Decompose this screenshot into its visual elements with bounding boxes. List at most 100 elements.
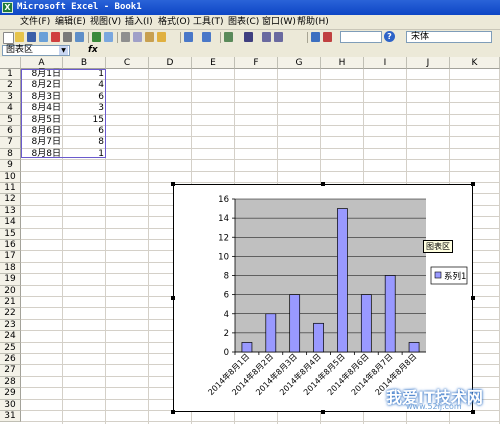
menu-item[interactable]: 编辑(E) — [55, 16, 86, 28]
x-tick-label: 2014年8月6日 — [325, 351, 371, 397]
row-header[interactable]: 16 — [0, 240, 21, 252]
chevron-down-icon[interactable]: ▼ — [59, 46, 68, 55]
row-header[interactable]: 14 — [0, 217, 21, 229]
resize-handle[interactable] — [471, 296, 475, 300]
drawing-icon[interactable] — [323, 32, 332, 42]
column-header[interactable]: K — [450, 57, 500, 69]
menu-item[interactable]: 插入(I) — [125, 16, 153, 28]
open-icon[interactable] — [15, 32, 24, 42]
menu-item[interactable]: 工具(T) — [193, 16, 224, 28]
row-header[interactable]: 2 — [0, 80, 21, 92]
chart-area[interactable]: 0 2 4 6 8 10 12 14 16 2014年8月1日 2014年8月2日 2014年8月3日… — [173, 184, 473, 412]
row-header[interactable]: 10 — [0, 171, 21, 183]
email-icon[interactable] — [51, 32, 60, 42]
row-header[interactable]: 22 — [0, 308, 21, 320]
standard-toolbar: ? 宋体 — [0, 30, 500, 46]
autosum-icon[interactable] — [244, 32, 253, 42]
paste-icon[interactable] — [145, 32, 154, 42]
font-name-box[interactable]: 宋体 — [406, 31, 492, 43]
resize-handle[interactable] — [171, 410, 175, 414]
row-header[interactable]: 9 — [0, 160, 21, 172]
row-header[interactable]: 8 — [0, 148, 21, 161]
column-header[interactable]: J — [407, 57, 450, 69]
column-header[interactable]: C — [106, 57, 149, 69]
name-box[interactable]: 图表区 ▼ — [2, 45, 70, 56]
gridline — [21, 421, 500, 423]
print-preview-icon[interactable] — [75, 32, 84, 42]
resize-handle[interactable] — [171, 182, 175, 186]
row-header[interactable]: 28 — [0, 376, 21, 389]
row-header[interactable]: 1 — [0, 69, 21, 81]
row-header[interactable]: 6 — [0, 126, 21, 138]
row-header[interactable]: 26 — [0, 354, 21, 366]
chart-wizard-icon[interactable] — [311, 32, 320, 42]
column-header[interactable]: E — [192, 57, 235, 69]
row-header[interactable]: 3 — [0, 91, 21, 104]
row-header[interactable]: 21 — [0, 297, 21, 309]
row-header[interactable]: 23 — [0, 319, 21, 332]
copy-icon[interactable] — [133, 32, 142, 42]
new-icon[interactable] — [3, 32, 14, 44]
column-header[interactable]: I — [364, 57, 407, 69]
resize-handle[interactable] — [471, 182, 475, 186]
format-painter-icon[interactable] — [157, 32, 166, 42]
sort-ascending-icon[interactable] — [262, 32, 271, 42]
resize-handle[interactable] — [171, 296, 175, 300]
menu-item[interactable]: 窗口(W) — [262, 16, 296, 28]
save-icon[interactable] — [27, 32, 36, 42]
row-header[interactable]: 5 — [0, 114, 21, 126]
row-header[interactable]: 19 — [0, 274, 21, 286]
window-title: Microsoft Excel - Book1 — [17, 2, 142, 12]
menu-item[interactable]: 文件(F) — [20, 16, 50, 28]
row-header[interactable]: 12 — [0, 194, 21, 206]
sort-descending-icon[interactable] — [274, 32, 283, 42]
row-header[interactable]: 20 — [0, 285, 21, 297]
legend-swatch — [434, 271, 442, 279]
resize-handle[interactable] — [321, 410, 325, 414]
resize-handle[interactable] — [321, 182, 325, 186]
column-header[interactable]: F — [235, 57, 278, 69]
column-header[interactable]: B — [63, 57, 106, 69]
resize-handle[interactable] — [471, 410, 475, 414]
redo-icon[interactable] — [202, 32, 211, 42]
row-header[interactable]: 27 — [0, 365, 21, 377]
y-tick-label: 0 — [224, 348, 229, 358]
row-header[interactable]: 15 — [0, 228, 21, 240]
chart-svg: 0 2 4 6 8 10 12 14 16 2014年8月1日2014年8月2日2014年8月3日… — [206, 195, 468, 397]
y-tick-label: 4 — [224, 310, 229, 320]
undo-icon[interactable] — [184, 32, 193, 42]
row-header[interactable]: 31 — [0, 411, 21, 423]
cut-icon[interactable] — [121, 32, 130, 42]
row-header[interactable]: 11 — [0, 183, 21, 195]
y-tick-label: 16 — [218, 195, 229, 205]
spelling-icon[interactable] — [92, 32, 101, 42]
column-header[interactable]: A — [21, 57, 63, 69]
gridline — [21, 170, 500, 172]
row-header[interactable]: 17 — [0, 251, 21, 263]
row-header[interactable]: 25 — [0, 342, 21, 354]
row-header[interactable]: 4 — [0, 103, 21, 115]
permission-icon[interactable] — [39, 32, 48, 42]
menu-item[interactable]: 图表(C) — [228, 16, 259, 28]
menu-item[interactable]: 帮助(H) — [297, 16, 329, 28]
menu-item[interactable]: 视图(V) — [90, 16, 121, 28]
research-icon[interactable] — [104, 32, 113, 42]
excel-app-icon[interactable]: X — [2, 2, 13, 13]
print-icon[interactable] — [63, 32, 72, 42]
row-header[interactable]: 29 — [0, 388, 21, 400]
zoom-box[interactable] — [340, 31, 382, 43]
help-icon[interactable]: ? — [384, 31, 395, 42]
row-header[interactable]: 13 — [0, 205, 21, 218]
row-header[interactable]: 30 — [0, 399, 21, 411]
hyperlink-icon[interactable] — [224, 32, 233, 42]
fx-icon[interactable]: fx — [88, 45, 98, 56]
row-header[interactable]: 7 — [0, 137, 21, 149]
row-header[interactable]: 18 — [0, 262, 21, 275]
column-header[interactable]: D — [149, 57, 192, 69]
column-header[interactable]: G — [278, 57, 321, 69]
select-all-corner[interactable] — [0, 57, 21, 69]
y-tick-label: 8 — [224, 272, 229, 282]
menu-item[interactable]: 格式(O) — [158, 16, 190, 28]
row-header[interactable]: 24 — [0, 331, 21, 343]
column-header[interactable]: H — [321, 57, 364, 69]
